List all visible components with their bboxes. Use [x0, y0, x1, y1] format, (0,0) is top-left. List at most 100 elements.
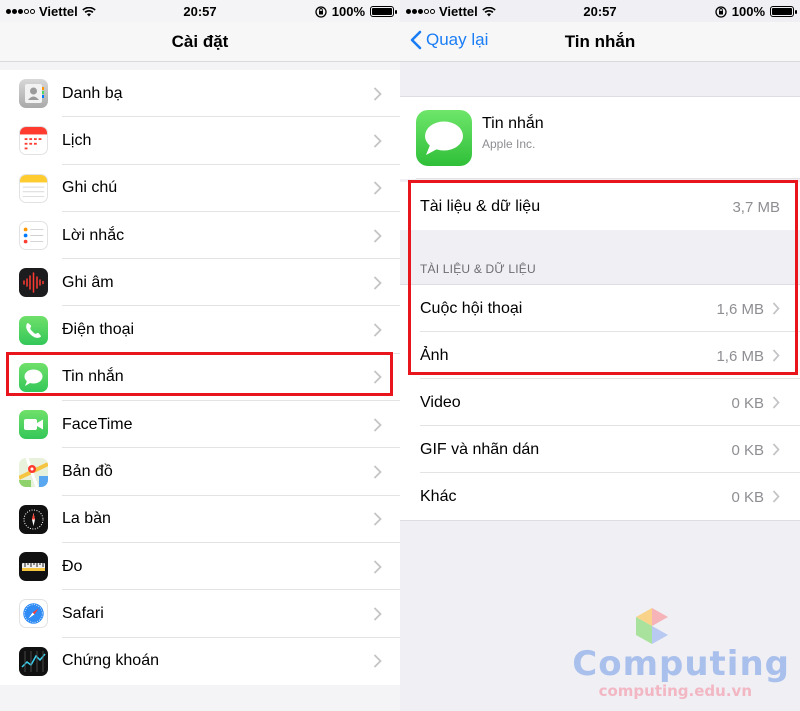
settings-item-label: Safari — [62, 604, 104, 622]
chevron-right-icon — [772, 349, 780, 362]
detail-row-conversations[interactable]: Cuộc hội thoại 1,6 MB — [400, 285, 800, 332]
messages-icon — [19, 362, 48, 392]
maps-icon — [19, 457, 48, 487]
orientation-lock-icon — [715, 5, 727, 18]
chevron-right-icon — [373, 512, 382, 526]
battery-percent: 100% — [331, 4, 365, 19]
settings-item-voice-memos[interactable]: Ghi âm — [0, 259, 400, 307]
settings-item-calendar[interactable]: Lịch — [0, 117, 400, 165]
detail-size: 0 KB — [731, 395, 764, 412]
chevron-right-icon — [373, 370, 382, 385]
contacts-icon — [19, 79, 48, 109]
chevron-right-icon — [373, 607, 382, 621]
documents-data-label: Tài liệu & dữ liệu — [420, 198, 541, 215]
section-header: TÀI LIỆU & DỮ LIỆU — [420, 262, 536, 276]
detail-label: Cuộc hội thoại — [420, 300, 523, 317]
battery-icon — [370, 6, 397, 17]
reminders-icon — [19, 221, 48, 251]
chevron-right-icon — [772, 302, 780, 315]
chevron-right-icon — [373, 276, 382, 290]
page-title: Tin nhắn — [564, 32, 636, 51]
documents-data-list: Cuộc hội thoại 1,6 MB Ảnh 1,6 MB Video 0… — [400, 284, 800, 521]
detail-size: 0 KB — [731, 442, 764, 459]
measure-icon — [19, 552, 48, 582]
settings-list: Danh bạ Lịch Ghi chú Lời nhắc Ghi âm Điệ… — [0, 70, 400, 685]
settings-item-label: Đo — [62, 557, 83, 575]
settings-item-label: Ghi chú — [62, 179, 118, 197]
chevron-right-icon — [373, 323, 382, 337]
settings-item-label: Lịch — [62, 131, 92, 149]
settings-item-label: Lời nhắc — [62, 226, 125, 244]
detail-label: GIF và nhãn dán — [420, 441, 540, 458]
chevron-right-icon — [373, 228, 382, 243]
chevron-right-icon — [772, 490, 780, 503]
documents-data-size: 3,7 MB — [732, 199, 780, 216]
app-name: Tin nhắn — [482, 115, 544, 132]
nav-bar: Quay lại Tin nhắn — [400, 22, 800, 62]
settings-item-label: Ghi âm — [62, 273, 114, 291]
settings-item-messages[interactable]: Tin nhắn — [0, 354, 400, 402]
nav-bar: Cài đặt — [0, 22, 400, 62]
status-bar: Viettel 20:57 100% — [400, 0, 800, 22]
chevron-right-icon — [772, 396, 780, 409]
chevron-right-icon — [373, 134, 382, 148]
stocks-icon — [19, 646, 48, 676]
settings-item-stocks[interactable]: Chứng khoán — [0, 638, 400, 685]
app-developer: Apple Inc. — [482, 137, 536, 151]
settings-item-label: La bàn — [62, 510, 111, 528]
page-title: Cài đặt — [171, 32, 229, 51]
chevron-right-icon — [373, 87, 382, 101]
settings-screen: Viettel 20:57 100% Cài đặt Danh bạ Lịch — [0, 0, 400, 711]
detail-size: 1,6 MB — [716, 348, 764, 365]
detail-row-photos[interactable]: Ảnh 1,6 MB — [400, 332, 800, 379]
compass-icon — [19, 504, 48, 534]
settings-item-contacts[interactable]: Danh bạ — [0, 70, 400, 118]
watermark-brand: Computing — [572, 644, 790, 684]
settings-item-label: Điện thoại — [62, 321, 135, 339]
settings-item-phone[interactable]: Điện thoại — [0, 306, 400, 354]
messages-storage-screen: Viettel 20:57 100% Quay lại Tin nhắn Tin… — [400, 0, 800, 711]
status-bar: Viettel 20:57 100% — [0, 0, 400, 22]
detail-row-video[interactable]: Video 0 KB — [400, 379, 800, 426]
detail-row-gifs-stickers[interactable]: GIF và nhãn dán 0 KB — [400, 426, 800, 473]
settings-item-facetime[interactable]: FaceTime — [0, 401, 400, 449]
computing-logo — [636, 608, 668, 644]
settings-item-label: Danh bạ — [62, 84, 123, 102]
watermark: Computing computing.edu.vn — [540, 606, 790, 701]
settings-item-label: FaceTime — [62, 415, 133, 433]
notes-icon — [19, 173, 48, 203]
chevron-right-icon — [772, 443, 780, 456]
battery-percent: 100% — [731, 4, 765, 19]
chevron-right-icon — [373, 465, 382, 479]
chevron-right-icon — [373, 654, 382, 668]
documents-data-total-row: Tài liệu & dữ liệu 3,7 MB — [400, 182, 800, 230]
detail-row-other[interactable]: Khác 0 KB — [400, 473, 800, 520]
detail-size: 0 KB — [731, 489, 764, 506]
facetime-icon — [19, 410, 48, 440]
settings-item-safari[interactable]: Safari — [0, 590, 400, 638]
app-info: Tin nhắn Apple Inc. — [400, 96, 800, 179]
settings-item-label: Bản đồ — [62, 463, 113, 481]
settings-item-maps[interactable]: Bản đồ — [0, 448, 400, 496]
phone-icon — [19, 315, 48, 345]
settings-item-label: Chứng khoán — [62, 652, 159, 670]
settings-item-compass[interactable]: La bàn — [0, 496, 400, 543]
settings-item-label: Tin nhắn — [62, 368, 124, 386]
settings-item-measure[interactable]: Đo — [0, 543, 400, 591]
detail-label: Khác — [420, 488, 457, 505]
orientation-lock-icon — [315, 5, 327, 18]
watermark-url: computing.edu.vn — [598, 682, 752, 700]
detail-label: Ảnh — [420, 347, 449, 364]
detail-label: Video — [420, 394, 461, 411]
messages-app-icon — [416, 110, 472, 166]
chevron-right-icon — [373, 559, 382, 574]
battery-icon — [770, 6, 797, 17]
voice-memos-icon — [19, 268, 48, 298]
chevron-right-icon — [373, 418, 382, 432]
chevron-right-icon — [373, 181, 382, 195]
settings-item-notes[interactable]: Ghi chú — [0, 165, 400, 212]
settings-item-reminders[interactable]: Lời nhắc — [0, 212, 400, 260]
calendar-icon — [19, 126, 48, 156]
detail-size: 1,6 MB — [716, 301, 764, 318]
safari-icon — [19, 599, 48, 629]
